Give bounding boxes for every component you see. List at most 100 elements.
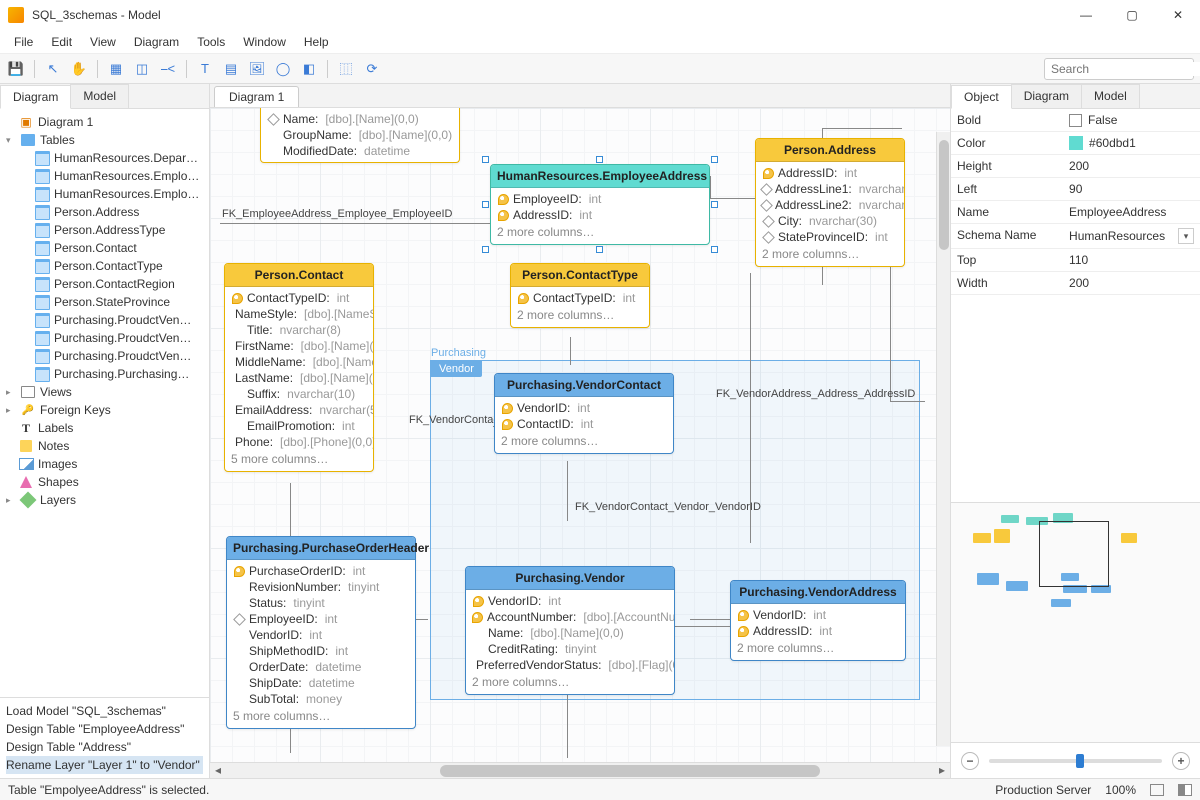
tree-table-item[interactable]: Person.ContactType <box>0 257 209 275</box>
minimize-button[interactable]: — <box>1072 8 1100 22</box>
pointer-icon[interactable]: ↖ <box>43 59 63 79</box>
more-columns[interactable]: 5 more columns… <box>225 450 373 468</box>
label-tool-icon[interactable]: T <box>195 59 215 79</box>
horizontal-scrollbar[interactable]: ◂ ▸ <box>210 762 950 778</box>
tree-table-item[interactable]: Person.AddressType <box>0 221 209 239</box>
image-tool-icon[interactable]: 🖼 <box>247 59 267 79</box>
entity-person-contact[interactable]: Person.Contact ContactTypeID:intNameStyl… <box>224 263 374 472</box>
zoom-slider[interactable] <box>989 759 1162 763</box>
entity-vendor-address[interactable]: Purchasing.VendorAddress VendorID:intAdd… <box>730 580 906 661</box>
property-row[interactable]: Top110 <box>951 249 1200 272</box>
entity-department[interactable]: Name:[dbo].[Name](0,0)GroupName:[dbo].[N… <box>260 108 460 163</box>
history-item[interactable]: Load Model "SQL_3schemas" <box>6 702 203 720</box>
tree-table-item[interactable]: HumanResources.Depar… <box>0 149 209 167</box>
property-row[interactable]: Left90 <box>951 178 1200 201</box>
vertical-scrollbar[interactable] <box>936 132 950 746</box>
shapes-icon <box>18 475 34 489</box>
property-row[interactable]: BoldFalse <box>951 109 1200 132</box>
scroll-left-icon[interactable]: ◂ <box>210 763 226 779</box>
app-icon <box>8 7 24 23</box>
diamond-icon <box>762 183 771 195</box>
property-row[interactable]: NameEmployeeAddress <box>951 201 1200 224</box>
color-swatch[interactable] <box>1069 136 1083 150</box>
tab-model-right[interactable]: Model <box>1081 84 1140 108</box>
tree-table-item[interactable]: Purchasing.ProudctVen… <box>0 347 209 365</box>
more-columns[interactable]: 2 more columns… <box>511 306 649 324</box>
menu-view[interactable]: View <box>82 33 124 51</box>
menu-diagram[interactable]: Diagram <box>126 33 187 51</box>
object-tree[interactable]: ▣Diagram 1 ▾Tables HumanResources.Depar…… <box>0 109 209 697</box>
views-icon <box>20 385 36 399</box>
entity-person-contacttype[interactable]: Person.ContactType ContactTypeID:int2 mo… <box>510 263 650 328</box>
tree-table-item[interactable]: Person.Address <box>0 203 209 221</box>
minimap[interactable] <box>951 502 1200 742</box>
property-row[interactable]: Height200 <box>951 155 1200 178</box>
diagram-canvas[interactable]: Purchasing Vendor <box>210 108 950 762</box>
hand-icon[interactable]: ✋ <box>69 59 89 79</box>
menu-help[interactable]: Help <box>296 33 337 51</box>
more-columns[interactable]: 2 more columns… <box>756 245 904 263</box>
checkbox-icon[interactable] <box>1069 114 1082 127</box>
property-row[interactable]: Width200 <box>951 272 1200 295</box>
entity-person-address[interactable]: Person.Address AddressID:intAddressLine1… <box>755 138 905 267</box>
expand-icon[interactable]: ▸ <box>6 387 18 398</box>
entity-vendor-contact[interactable]: Purchasing.VendorContact VendorID:intCon… <box>494 373 674 454</box>
property-row[interactable]: Color#60dbd1 <box>951 132 1200 155</box>
tab-model[interactable]: Model <box>70 84 129 108</box>
search-input[interactable] <box>1051 62 1200 76</box>
canvas-tab[interactable]: Diagram 1 <box>214 86 299 107</box>
layer-tool-icon[interactable]: ◧ <box>299 59 319 79</box>
tree-table-item[interactable]: Person.StateProvince <box>0 293 209 311</box>
menu-window[interactable]: Window <box>235 33 294 51</box>
entity-purchase-order-header[interactable]: Purchasing.PurchaseOrderHeader PurchaseO… <box>226 536 416 729</box>
column-row: VendorID:int <box>466 593 674 609</box>
menu-tools[interactable]: Tools <box>189 33 233 51</box>
maximize-button[interactable]: ▢ <box>1118 8 1146 22</box>
tree-table-item[interactable]: Purchasing.ProudctVen… <box>0 311 209 329</box>
tree-table-item[interactable]: HumanResources.Emplo… <box>0 185 209 203</box>
key-icon <box>501 402 513 414</box>
menu-edit[interactable]: Edit <box>43 33 80 51</box>
history-panel: Load Model "SQL_3schemas" Design Table "… <box>0 697 209 778</box>
tab-diagram-right[interactable]: Diagram <box>1011 84 1082 108</box>
more-columns[interactable]: 2 more columns… <box>491 223 709 241</box>
entity-employee-address[interactable]: HumanResources.EmployeeAddress EmployeeI… <box>490 164 710 245</box>
collapse-icon[interactable]: ▾ <box>6 135 18 146</box>
search-box[interactable]: ⌕ <box>1044 58 1194 80</box>
window-title: SQL_3schemas - Model <box>32 8 161 22</box>
tree-table-item[interactable]: Purchasing.Purchasing… <box>0 365 209 383</box>
relation-tool-icon[interactable]: ⎯< <box>158 59 178 79</box>
dropdown-icon[interactable]: ▾ <box>1178 228 1194 244</box>
view-tool-icon[interactable]: ◫ <box>132 59 152 79</box>
more-columns[interactable]: 2 more columns… <box>731 639 905 657</box>
tree-table-item[interactable]: Person.ContactRegion <box>0 275 209 293</box>
history-item[interactable]: Design Table "EmployeeAddress" <box>6 720 203 738</box>
tree-table-item[interactable]: Purchasing.ProudctVen… <box>0 329 209 347</box>
more-columns[interactable]: 2 more columns… <box>495 432 673 450</box>
property-row[interactable]: Schema NameHumanResources▾ <box>951 224 1200 249</box>
layout-toggle-icon[interactable] <box>1150 784 1164 796</box>
table-tool-icon[interactable]: ▦ <box>106 59 126 79</box>
autolayout-icon[interactable]: ⿲ <box>336 59 356 79</box>
note-tool-icon[interactable]: ▤ <box>221 59 241 79</box>
history-item[interactable]: Design Table "Address" <box>6 738 203 756</box>
close-button[interactable]: ✕ <box>1164 8 1192 22</box>
status-message: Table "EmpolyeeAddress" is selected. <box>8 783 209 797</box>
save-icon[interactable]: 💾 <box>6 59 26 79</box>
scroll-right-icon[interactable]: ▸ <box>934 763 950 779</box>
menu-file[interactable]: File <box>6 33 41 51</box>
layout-toggle-icon[interactable] <box>1178 784 1192 796</box>
zoom-out-button[interactable]: − <box>961 752 979 770</box>
more-columns[interactable]: 2 more columns… <box>466 673 674 691</box>
tab-object[interactable]: Object <box>951 85 1012 109</box>
entity-vendor[interactable]: Purchasing.Vendor VendorID:intAccountNum… <box>465 566 675 695</box>
zoom-in-button[interactable]: + <box>1172 752 1190 770</box>
shape-tool-icon[interactable]: ◯ <box>273 59 293 79</box>
tab-diagram[interactable]: Diagram <box>0 85 71 109</box>
more-columns[interactable]: 5 more columns… <box>227 707 415 725</box>
refresh-icon[interactable]: ⟳ <box>362 59 382 79</box>
tree-table-item[interactable]: HumanResources.Emplo… <box>0 167 209 185</box>
tree-table-item[interactable]: Person.Contact <box>0 239 209 257</box>
history-item[interactable]: Rename Layer "Layer 1" to "Vendor" <box>6 756 203 774</box>
table-icon <box>34 187 50 201</box>
